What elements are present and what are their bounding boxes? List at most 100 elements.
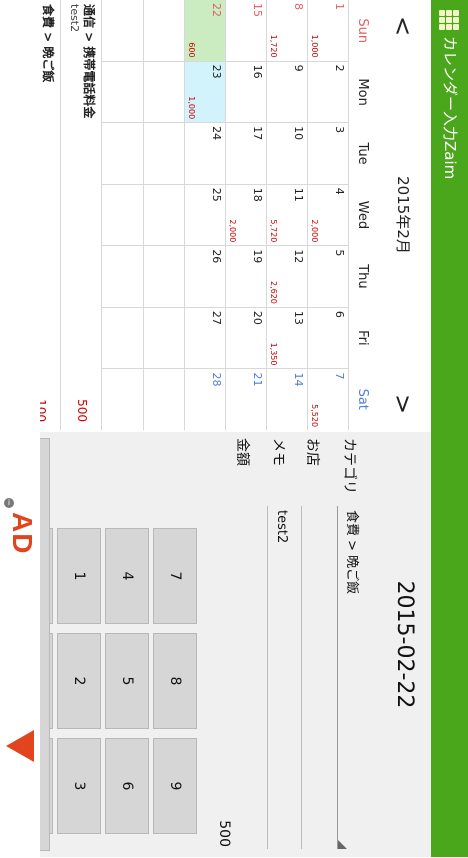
weekday-label: Tue [355, 142, 370, 165]
day-number: 7 [333, 372, 346, 380]
calendar-day-cell[interactable]: 11 5,720 [267, 183, 307, 246]
calendar-day-cell[interactable]: 22 600 [185, 0, 225, 61]
calendar-day-cell[interactable] [144, 183, 184, 246]
prev-month-button[interactable]: < [375, 2, 431, 50]
day-amount: 600 [187, 42, 196, 58]
day-amount: 5,720 [269, 219, 278, 243]
weekday-label: Sun [355, 18, 370, 44]
calendar-day-cell[interactable]: 2 [308, 60, 348, 123]
calendar-day-cell[interactable]: 27 [185, 306, 225, 369]
day-number: 19 [251, 249, 264, 264]
keypad-key[interactable]: 8 [153, 633, 197, 729]
calendar-day-cell[interactable]: 25 [185, 183, 225, 246]
day-number: 4 [333, 187, 346, 195]
memo-field[interactable]: test2 [267, 506, 295, 849]
amount-label: 金額 [234, 438, 250, 466]
keypad-key[interactable]: 4 [105, 528, 149, 624]
day-number: 23 [210, 64, 223, 79]
entry-memo: test2 [68, 4, 81, 33]
day-number: 3 [333, 126, 346, 134]
calendar-day-cell[interactable]: 9 [267, 60, 307, 123]
keypad-key[interactable]: 3 [57, 738, 101, 834]
info-icon[interactable]: i [4, 498, 14, 508]
weekday-label: Wed [355, 200, 370, 230]
calendar-day-cell[interactable]: 16 [226, 60, 266, 123]
list-item[interactable]: 通信 > 携帯電話料金 test2 500 [60, 0, 101, 430]
calendar-day-cell[interactable]: 3 [308, 122, 348, 184]
calendar-day-cell[interactable]: 21 [226, 368, 266, 431]
day-number: 28 [210, 372, 223, 387]
keypad-key[interactable]: 6 [105, 738, 149, 834]
day-number: 6 [333, 310, 346, 318]
calendar-day-cell[interactable]: 18 2,000 [226, 183, 266, 246]
calendar-day-cell[interactable] [144, 60, 184, 123]
calendar-day-cell[interactable] [144, 122, 184, 184]
selected-date: 2015-02-22 [392, 580, 417, 709]
next-month-button[interactable]: > [375, 380, 431, 428]
day-amount: 1,350 [269, 342, 278, 366]
calendar-day-cell[interactable]: 4 2,000 [308, 183, 348, 246]
day-number: 11 [292, 187, 305, 202]
keypad-key[interactable]: 1 [57, 528, 101, 624]
day-amount: 5,520 [310, 404, 319, 428]
calendar-day-cell[interactable] [144, 368, 184, 431]
calendar-day-cell[interactable]: 28 [185, 368, 225, 431]
calendar-day-cell[interactable]: 13 1,350 [267, 306, 307, 369]
calendar-day-cell[interactable] [102, 183, 143, 246]
month-label: 2015年2月 [394, 176, 412, 254]
weekday-header: Sun Mon Tue Wed Thu Fri Sat [349, 0, 375, 430]
day-number: 17 [251, 126, 264, 141]
day-number: 10 [292, 126, 305, 141]
calendar-day-cell[interactable]: 24 [185, 122, 225, 184]
calendar-day-cell[interactable]: 20 [226, 306, 266, 369]
keypad-key[interactable]: 2 [57, 633, 101, 729]
calendar-week-row: 15 16 17 18 2,000 19 20 21 [226, 0, 267, 431]
calendar-day-cell[interactable]: 26 [185, 245, 225, 307]
calendar-day-cell[interactable]: 7 5,520 [308, 368, 348, 431]
calendar-day-cell[interactable] [102, 122, 143, 184]
calendar-week-row [101, 0, 144, 431]
calendar-day-cell[interactable]: 17 [226, 122, 266, 184]
day-number: 18 [251, 187, 264, 202]
amount-value: 500 [216, 820, 232, 847]
calendar-day-cell[interactable]: 10 [267, 122, 307, 184]
calendar-day-cell[interactable]: 15 [226, 0, 266, 61]
shop-field[interactable] [301, 506, 329, 849]
calendar-day-cell[interactable] [102, 245, 143, 307]
day-number: 16 [251, 64, 264, 79]
calendar-day-cell[interactable]: 12 2,620 [267, 245, 307, 307]
ad-banner[interactable]: i AD GENERATION [0, 0, 40, 857]
calendar-day-cell[interactable] [102, 306, 143, 369]
calendar-week-row [144, 0, 185, 431]
calendar-day-cell[interactable]: 6 [308, 306, 348, 369]
calendar-day-cell[interactable] [144, 245, 184, 307]
calendar-day-cell[interactable]: 23 1,000 [185, 60, 225, 123]
calendar-day-cell[interactable] [144, 306, 184, 369]
day-amount: 1,000 [187, 96, 196, 120]
calendar-day-cell[interactable]: 14 [267, 368, 307, 431]
keypad-key[interactable]: 9 [153, 738, 197, 834]
weekday-label: Thu [355, 264, 370, 289]
weekday-label: Sat [355, 388, 370, 410]
day-number: 9 [292, 64, 305, 72]
day-amount: 2,000 [228, 219, 237, 243]
keypad-key[interactable]: 5 [105, 633, 149, 729]
calendar-day-cell[interactable] [102, 0, 143, 61]
category-select[interactable]: 食費 > 晩ご飯 [337, 506, 365, 849]
day-amount: 1,000 [310, 34, 319, 58]
weekday-label: Fri [355, 330, 370, 346]
keypad-key[interactable]: 7 [153, 528, 197, 624]
day-number: 25 [210, 187, 223, 202]
day-number: 22 [210, 3, 223, 17]
calendar-day-cell[interactable]: 19 [226, 245, 266, 307]
calendar-day-cell[interactable] [102, 60, 143, 123]
calendar-day-cell[interactable]: 1 1,000 [308, 0, 348, 61]
ad-arrow-icon [6, 730, 34, 762]
app-title: カレンダー入力Zaim [441, 36, 459, 180]
day-number: 15 [251, 3, 264, 17]
calendar-day-cell[interactable] [102, 368, 143, 431]
day-number: 2 [333, 64, 346, 72]
calendar-day-cell[interactable]: 8 1,720 [267, 0, 307, 61]
calendar-day-cell[interactable] [144, 0, 184, 61]
calendar-day-cell[interactable]: 5 [308, 245, 348, 307]
